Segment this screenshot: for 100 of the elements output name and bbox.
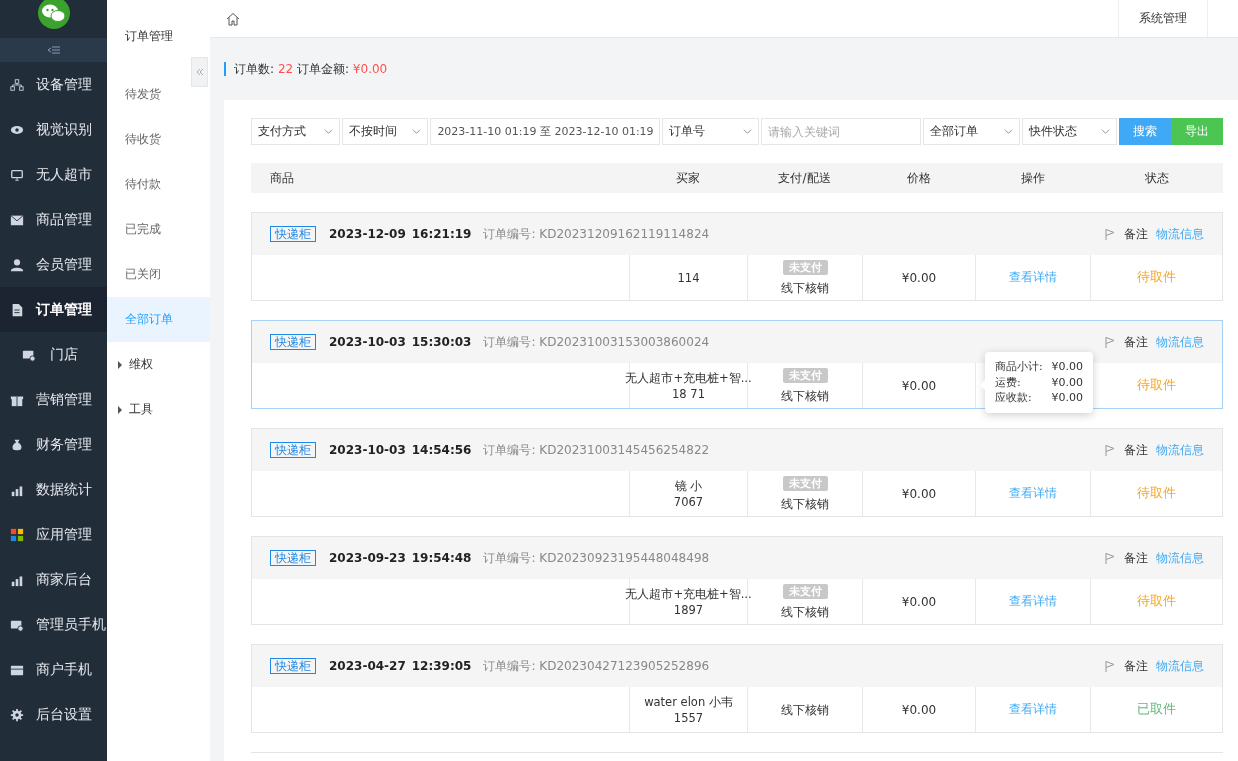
sidebar-item[interactable]: 财务管理 <box>0 422 107 467</box>
sidebar-item[interactable]: 视觉识别 <box>0 107 107 152</box>
tooltip-label: 运费: <box>995 374 1022 390</box>
select-field[interactable]: 快件状态 <box>1021 118 1118 145</box>
note-link[interactable]: 备注 <box>1124 441 1148 459</box>
delivery-method: 线下核销 <box>781 603 829 620</box>
top-menu-item[interactable]: 系统管理 <box>1118 0 1207 37</box>
flag-icon[interactable] <box>1104 228 1116 240</box>
user-icon <box>10 257 24 272</box>
order-date: 2023-10-03 <box>329 443 406 457</box>
select-field[interactable]: 全部订单 <box>923 118 1020 145</box>
price-text: ¥0.00 <box>901 594 937 609</box>
order-summary: 订单数: 22 订单金额: ¥0.00 <box>224 62 388 76</box>
flag-icon[interactable] <box>1104 552 1116 564</box>
delivery-method: 线下核销 <box>781 387 829 404</box>
column-header: 操作 <box>1019 169 1046 187</box>
order-status: 已取件 <box>1137 701 1176 718</box>
buyer-text: 无人超市+充电桩+智... <box>625 585 752 602</box>
sidebar-item[interactable]: 商家后台 <box>0 557 107 602</box>
select-field[interactable]: 不按时间 <box>341 118 429 145</box>
sidebar-item[interactable]: 数据统计 <box>0 467 107 512</box>
sidebar-item[interactable]: 门店 <box>0 332 107 377</box>
delivery-method: 线下核销 <box>781 495 829 512</box>
subnav-item[interactable]: 待收货 <box>107 117 210 162</box>
order-date: 2023-09-23 <box>329 551 406 565</box>
sidebar-item[interactable]: 会员管理 <box>0 242 107 287</box>
delivery-method: 线下核销 <box>781 279 829 296</box>
sidebar-item[interactable]: 管理员手机 <box>0 602 107 647</box>
double-chevron-left-icon <box>195 68 204 76</box>
note-link[interactable]: 备注 <box>1124 549 1148 567</box>
note-link[interactable]: 备注 <box>1124 225 1148 243</box>
subnav-item[interactable]: 已完成 <box>107 207 210 252</box>
sidebar-item[interactable]: 营销管理 <box>0 377 107 422</box>
order-number: 订单编号: KD20231003145456254822 <box>483 441 710 459</box>
subnav-group[interactable]: 维权 <box>107 342 210 387</box>
subnav-title: 订单管理 <box>125 27 173 45</box>
home-icon[interactable] <box>226 11 240 26</box>
money-bag-icon <box>10 437 24 452</box>
buyer-text: 镜 小 <box>674 477 703 494</box>
tooltip-label: 应收款: <box>995 390 1033 406</box>
chevron-down-icon <box>1003 127 1013 136</box>
caret-right-icon <box>117 405 123 414</box>
sidebar-item[interactable]: 后台设置 <box>0 692 107 737</box>
subnav-item[interactable]: 待发货 <box>107 72 210 117</box>
keyword-input[interactable]: 请输入关键词 <box>761 118 922 145</box>
order-date: 2023-10-03 <box>329 335 406 349</box>
order-status: 待取件 <box>1137 593 1176 610</box>
order-status: 待取件 <box>1137 377 1176 394</box>
chevron-down-icon <box>743 127 753 136</box>
order-time: 19:54:48 <box>411 551 472 565</box>
document-icon <box>10 302 24 317</box>
buyer-text: water elon 小韦 <box>644 693 733 710</box>
column-header: 支付/配送 <box>777 169 832 187</box>
tooltip-value: ¥0.00 <box>1050 359 1083 375</box>
flag-icon[interactable] <box>1104 444 1116 456</box>
date-range-field[interactable]: 2023-11-10 01:19 至 2023-12-10 01:19 <box>430 118 661 145</box>
order-time: 14:54:56 <box>411 443 472 457</box>
order-time: 12:39:05 <box>411 659 472 673</box>
tag-label: 快递柜 <box>270 550 316 566</box>
sidebar-item[interactable]: 订单管理 <box>0 287 107 332</box>
sidebar-item[interactable]: 商品管理 <box>0 197 107 242</box>
delivery-method: 线下核销 <box>781 701 829 718</box>
collapse-menu-icon[interactable] <box>47 46 60 54</box>
order-date: 2023-12-09 <box>329 227 406 241</box>
order-card[interactable]: 快递柜 2023-04-27 12:39:05 订单编号: KD20230427123905252896 备注 物流信息 water elon 小韦 1557 线下核销 ¥0.00 查看详情 已取件 <box>251 644 1223 733</box>
buyer-text: 1897 <box>673 601 704 618</box>
settings-icon <box>10 707 24 722</box>
chat-logo-icon <box>36 0 71 30</box>
subnav-item[interactable]: 待付款 <box>107 162 210 207</box>
sidebar-item[interactable]: 无人超市 <box>0 152 107 197</box>
sidebar-item[interactable]: 应用管理 <box>0 512 107 557</box>
flag-icon[interactable] <box>1104 660 1116 672</box>
select-field[interactable]: 支付方式 <box>251 118 340 145</box>
select-field[interactable]: 订单号 <box>662 118 760 145</box>
price-text: ¥0.00 <box>901 702 937 717</box>
flag-icon[interactable] <box>1104 336 1116 348</box>
tag-label: 快递柜 <box>270 226 316 242</box>
buyer-text: 7067 <box>673 493 704 510</box>
column-header: 价格 <box>905 169 932 187</box>
subnav-item[interactable]: 已关闭 <box>107 252 210 297</box>
buyer-text: 1557 <box>673 709 704 726</box>
tooltip-value: ¥0.00 <box>1050 374 1083 390</box>
monitor-icon <box>10 167 24 182</box>
sitemap-icon <box>10 77 24 92</box>
price-text: ¥0.00 <box>901 486 937 501</box>
sidebar-item[interactable]: 商户手机 <box>0 647 107 692</box>
price-text: ¥0.00 <box>901 378 937 393</box>
tag-label: 快递柜 <box>270 442 316 458</box>
sidebar-item[interactable]: 设备管理 <box>0 62 107 107</box>
order-number: 订单编号: KD20231003153003860024 <box>483 333 710 351</box>
price-text: ¥0.00 <box>901 270 937 285</box>
column-header: 商品 <box>269 169 295 187</box>
collapse-panel-button[interactable] <box>191 57 208 87</box>
chevron-down-icon <box>1101 127 1111 136</box>
note-link[interactable]: 备注 <box>1124 657 1148 675</box>
buyer-text: 114 <box>677 269 700 286</box>
note-link[interactable]: 备注 <box>1124 333 1148 351</box>
subnav-group[interactable]: 工具 <box>107 387 210 432</box>
buyer-text: 无人超市+充电桩+智... <box>625 369 752 386</box>
tooltip-value: ¥0.00 <box>1050 390 1083 406</box>
